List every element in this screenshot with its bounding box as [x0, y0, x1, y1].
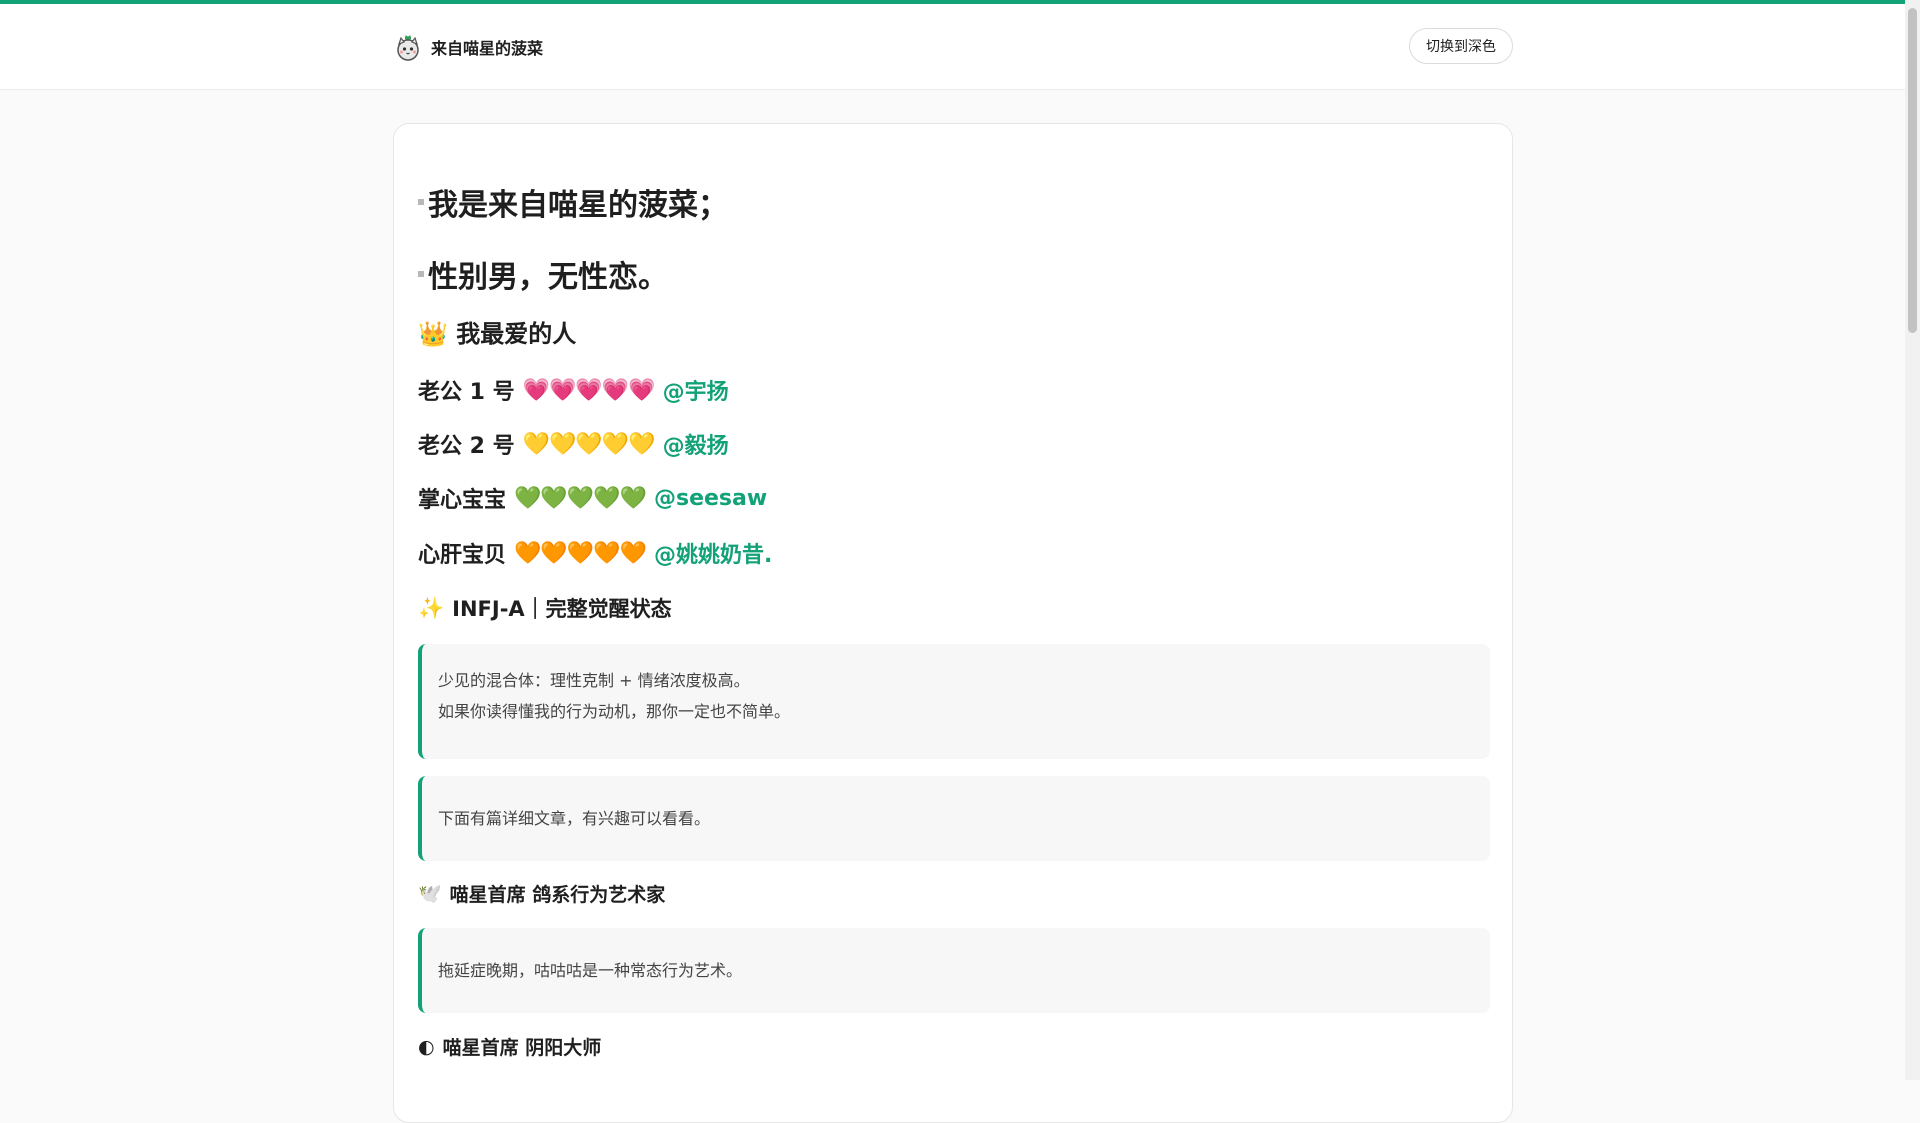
crown-icon: 👑 — [418, 320, 448, 348]
favorites-heading: 👑 我最爱的人 — [418, 314, 576, 349]
mbti-heading: ✨ INFJ-A｜完整觉醒状态 — [418, 593, 672, 623]
brand-link[interactable]: 来自喵星的菠菜 — [393, 32, 543, 62]
intro-text-2: 性别男，无性恋。 — [428, 260, 668, 295]
sparkles-icon: ✨ — [418, 595, 445, 620]
profile-card: 我是来自喵星的菠菜； 性别男，无性恋。 👑 我最爱的人 老公 1 号 💗💗💗💗💗… — [393, 123, 1513, 1123]
person-handle-link[interactable]: @毅扬 — [663, 428, 729, 460]
artist-quote: 拖延症晚期，咕咕咕是一种常态行为艺术。 — [418, 928, 1490, 1013]
favorite-person-3: 掌心宝宝 💚💚💚💚💚 @seesaw — [418, 482, 767, 514]
person-label: 老公 1 号 — [418, 380, 515, 405]
mbti-quote-line-1: 少见的混合体：理性克制 + 情绪浓度极高。 — [438, 671, 750, 690]
favorite-person-4: 心肝宝贝 🧡🧡🧡🧡🧡 @姚姚奶昔. — [418, 537, 772, 569]
favorites-title: 我最爱的人 — [456, 320, 577, 348]
orange-hearts-icon: 🧡🧡🧡🧡🧡 — [514, 540, 647, 566]
bullet-marker — [418, 271, 424, 277]
article-quote-text: 下面有篇详细文章，有兴趣可以看看。 — [438, 809, 711, 828]
site-header: 来自喵星的菠菜 切换到深色 — [0, 4, 1905, 90]
pink-hearts-icon: 💗💗💗💗💗 — [522, 377, 656, 403]
mbti-quote-line-2: 如果你读得懂我的行为动机，那你一定也不简单。 — [438, 702, 791, 721]
site-title: 来自喵星的菠菜 — [431, 39, 544, 58]
person-label: 心肝宝贝 — [418, 543, 507, 568]
intro-line-2: 性别男，无性恋。 — [418, 252, 668, 296]
artist-title: 喵星首席 鸽系行为艺术家 — [449, 884, 666, 906]
intro-line-1: 我是来自喵星的菠菜； — [418, 180, 728, 224]
page-scrollbar[interactable] — [1905, 0, 1920, 1080]
scrollbar-thumb[interactable] — [1908, 8, 1917, 333]
person-label: 掌心宝宝 — [418, 488, 507, 513]
person-handle-link[interactable]: @宇扬 — [663, 374, 729, 406]
yellow-hearts-icon: 💛💛💛💛💛 — [522, 431, 656, 457]
yinyang-heading: ◐ 喵星首席 阴阳大师 — [418, 1033, 601, 1060]
article-quote: 下面有篇详细文章，有兴趣可以看看。 — [418, 776, 1490, 861]
favorite-person-2: 老公 2 号 💛💛💛💛💛 @毅扬 — [418, 428, 729, 460]
mbti-quote: 少见的混合体：理性克制 + 情绪浓度极高。 如果你读得懂我的行为动机，那你一定也… — [418, 644, 1490, 759]
intro-text-1: 我是来自喵星的菠菜； — [428, 188, 728, 223]
dove-icon: 🕊️ — [418, 883, 442, 905]
green-hearts-icon: 💚💚💚💚💚 — [514, 485, 647, 511]
yinyang-title: 喵星首席 阴阳大师 — [442, 1037, 602, 1059]
artist-quote-text: 拖延症晚期，咕咕咕是一种常态行为艺术。 — [438, 961, 743, 980]
half-circle-icon: ◐ — [418, 1035, 435, 1058]
cat-spinach-avatar-icon — [393, 32, 423, 62]
person-label: 老公 2 号 — [418, 434, 515, 459]
person-handle-link[interactable]: @姚姚奶昔. — [654, 537, 772, 569]
bullet-marker — [418, 199, 424, 205]
theme-toggle-button[interactable]: 切换到深色 — [1409, 28, 1513, 64]
artist-heading: 🕊️ 喵星首席 鸽系行为艺术家 — [418, 880, 665, 907]
favorite-person-1: 老公 1 号 💗💗💗💗💗 @宇扬 — [418, 374, 729, 406]
mbti-title: INFJ-A｜完整觉醒状态 — [452, 597, 672, 621]
person-handle-link[interactable]: @seesaw — [654, 486, 767, 511]
